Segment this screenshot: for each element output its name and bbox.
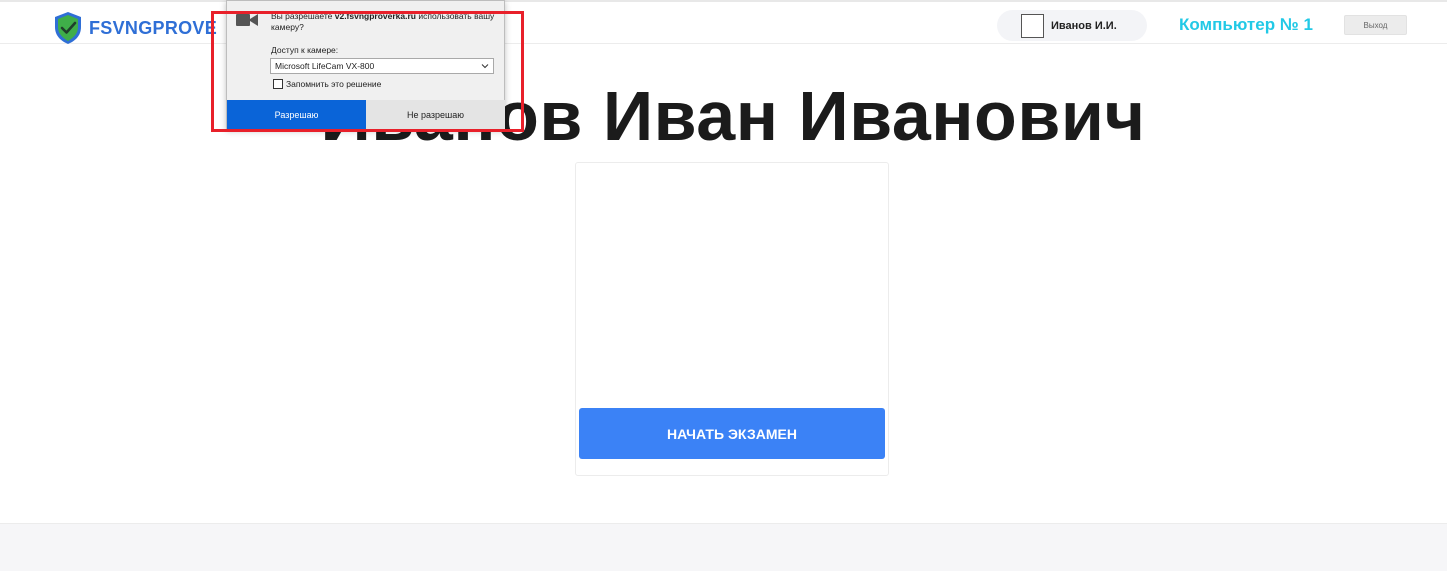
top-header: FSVNGPROVE Иванов И.И. Компьютер № 1 Вых… xyxy=(0,0,1447,44)
deny-button[interactable]: Не разрешаю xyxy=(366,100,505,130)
camera-icon xyxy=(236,14,258,26)
chevron-down-icon xyxy=(481,64,489,69)
logout-button[interactable]: Выход xyxy=(1344,15,1407,35)
allow-button[interactable]: Разрешаю xyxy=(227,100,366,130)
computer-label: Компьютер № 1 xyxy=(1179,15,1313,34)
camera-select-value: Microsoft LifeCam VX-800 xyxy=(275,61,375,71)
user-chip[interactable]: Иванов И.И. xyxy=(997,10,1147,41)
footer xyxy=(0,523,1447,571)
avatar xyxy=(1021,13,1044,38)
page-title: Иванов Иван Иванович xyxy=(320,77,1146,155)
remember-label: Запомнить это решение xyxy=(286,79,382,89)
camera-select[interactable]: Microsoft LifeCam VX-800 xyxy=(270,58,494,74)
user-name: Иванов И.И. xyxy=(1051,19,1117,32)
logo[interactable]: FSVNGPROVE xyxy=(53,11,217,45)
shield-check-icon xyxy=(55,12,81,44)
remember-checkbox[interactable] xyxy=(273,79,283,89)
camera-permission-popup: Вы разрешаете v2.fsvngproverka.ru исполь… xyxy=(226,0,505,130)
permission-question: Вы разрешаете v2.fsvngproverka.ru исполь… xyxy=(271,11,497,33)
question-site: v2.fsvngproverka.ru xyxy=(334,11,416,21)
remember-decision[interactable]: Запомнить это решение xyxy=(273,79,381,89)
camera-access-label: Доступ к камере: xyxy=(271,45,339,55)
logo-text: FSVNGPROVE xyxy=(89,17,218,38)
question-prefix: Вы разрешаете xyxy=(271,11,335,21)
start-exam-button[interactable]: НАЧАТЬ ЭКЗАМЕН xyxy=(579,408,885,459)
